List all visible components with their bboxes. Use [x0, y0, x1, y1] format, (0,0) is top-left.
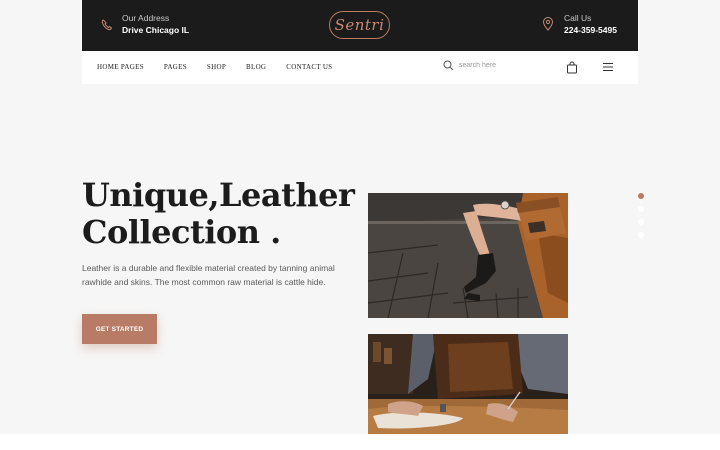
nav-item-pages[interactable]: PAGES — [164, 63, 187, 71]
hero-image-leather-craft — [368, 334, 568, 434]
hero-headline-line1: Unique,Leather — [82, 176, 355, 214]
location-pin-icon — [542, 17, 554, 31]
search-input[interactable] — [459, 62, 539, 69]
call-block: Call Us 224-359-5495 — [542, 12, 617, 36]
call-value[interactable]: 224-359-5495 — [564, 24, 617, 36]
address-block: Our Address Drive Chicago IL — [100, 12, 189, 36]
hero-description: Leather is a durable and flexible materi… — [82, 263, 335, 287]
top-bar: Our Address Drive Chicago IL Sentri Call… — [82, 0, 638, 51]
call-label: Call Us — [564, 13, 592, 23]
logo[interactable]: Sentri — [329, 11, 390, 39]
nav-bar: HOME PAGES PAGES SHOP BLOG CONTACT US — [82, 51, 638, 84]
shopping-bag-icon[interactable] — [566, 61, 578, 74]
slider-dot-2[interactable] — [638, 206, 644, 212]
nav-item-shop[interactable]: SHOP — [207, 63, 226, 71]
slider-dot-1[interactable] — [638, 193, 644, 199]
hero-image-leather-bag — [368, 193, 568, 318]
search-icon[interactable] — [443, 60, 454, 71]
hamburger-menu-icon[interactable] — [602, 62, 614, 72]
hero-headline: Unique,Leather Collection . — [82, 176, 355, 251]
hero-headline-line2: Collection . — [82, 213, 281, 251]
nav-item-home-pages[interactable]: HOME PAGES — [97, 63, 144, 71]
nav-item-contact-us[interactable]: CONTACT US — [286, 63, 332, 71]
search-box — [443, 60, 539, 71]
phone-icon — [101, 19, 113, 31]
get-started-button[interactable]: GET STARTED — [82, 314, 157, 344]
main-nav: HOME PAGES PAGES SHOP BLOG CONTACT US — [97, 63, 352, 71]
logo-text: Sentri — [334, 16, 385, 34]
slider-dot-4[interactable] — [638, 232, 644, 238]
nav-item-blog[interactable]: BLOG — [246, 63, 266, 71]
address-label: Our Address — [122, 13, 170, 23]
address-value: Drive Chicago IL — [122, 25, 190, 35]
slider-dot-3[interactable] — [638, 219, 644, 225]
